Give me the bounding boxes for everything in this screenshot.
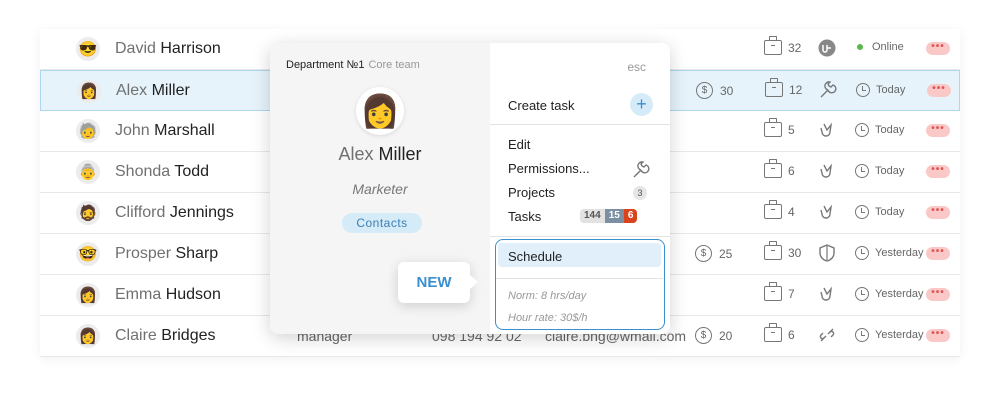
hour-rate-text: Hour rate: 30$/h: [508, 312, 588, 324]
row-menu-button[interactable]: •••: [927, 84, 951, 97]
briefcase-icon: [764, 36, 782, 55]
divider: [496, 278, 663, 279]
briefcase-icon: [764, 118, 782, 137]
row-menu-button[interactable]: •••: [926, 288, 950, 301]
contacts-button[interactable]: Contacts: [342, 213, 422, 233]
department-label: Department №1 Core team: [286, 59, 420, 71]
add-task-button[interactable]: +: [630, 93, 653, 116]
hand-icon: [817, 202, 837, 222]
tasks-total-badge: 144: [580, 209, 605, 223]
rate-cell: $25: [695, 245, 732, 262]
row-menu-button[interactable]: •••: [926, 165, 950, 178]
avatar: 👩: [77, 79, 101, 103]
hand-icon: [817, 120, 837, 140]
employee-name[interactable]: Emma Hudson: [115, 286, 221, 304]
avatar: 👵: [76, 160, 100, 184]
wrench-icon: [630, 159, 652, 181]
clock-icon: [855, 164, 869, 178]
briefcase-icon: [764, 282, 782, 301]
briefcase-icon: [764, 241, 782, 260]
row-menu-button[interactable]: •••: [926, 124, 950, 137]
briefcase-icon: [764, 323, 782, 342]
rate-cell: $30: [696, 82, 733, 99]
rate-cell: $20: [695, 327, 732, 344]
employee-name[interactable]: David Harrison: [115, 40, 221, 58]
avatar: 🧔: [76, 201, 100, 225]
link-icon: [817, 325, 837, 345]
online-dot-icon: [857, 44, 863, 50]
avatar: 😎: [76, 37, 100, 61]
tasks-overdue-badge: 6: [623, 209, 638, 223]
briefcase-icon: [764, 159, 782, 178]
wrench-icon: [818, 80, 838, 100]
new-badge: NEW: [398, 262, 478, 303]
status-cell: Today: [855, 205, 904, 219]
employee-name[interactable]: Alex Miller: [116, 82, 190, 100]
divider: [490, 124, 670, 125]
dollar-coin-icon: $: [695, 327, 712, 344]
create-task-item[interactable]: Create task: [508, 98, 574, 113]
clock-icon: [855, 246, 869, 260]
clock-icon: [855, 328, 869, 342]
projects-cell: 6: [764, 323, 795, 342]
profile-name: Alex Miller: [338, 144, 422, 164]
row-menu-button[interactable]: •••: [926, 329, 950, 342]
projects-cell: 7: [764, 282, 795, 301]
edit-item[interactable]: Edit: [508, 137, 530, 152]
clock-icon: [855, 205, 869, 219]
projects-cell: 6: [764, 159, 795, 178]
dollar-coin-icon: $: [695, 245, 712, 262]
briefcase-icon: [764, 200, 782, 219]
profile-role: Marketer: [352, 181, 408, 197]
projects-item[interactable]: Projects: [508, 185, 555, 200]
dollar-coin-icon: $: [696, 82, 713, 99]
status-cell: Yesterday: [855, 328, 924, 342]
row-menu-button[interactable]: •••: [926, 247, 950, 260]
row-menu-button[interactable]: •••: [926, 42, 950, 55]
avatar: 🧓: [76, 119, 100, 143]
divider: [490, 236, 670, 237]
employee-name[interactable]: John Marshall: [115, 122, 215, 140]
employee-name[interactable]: Claire Bridges: [115, 327, 216, 345]
shield-icon: [817, 243, 837, 263]
tasks-count-badges: 144 15 6: [580, 209, 638, 223]
schedule-item[interactable]: Schedule: [508, 249, 562, 264]
avatar: 👩: [76, 324, 100, 348]
projects-cell: 30: [764, 241, 801, 260]
projects-cell: 4: [764, 200, 795, 219]
projects-cell: 5: [764, 118, 795, 137]
esc-button[interactable]: esc: [627, 60, 646, 74]
norm-text: Norm: 8 hrs/day: [508, 290, 587, 302]
row-menu-button[interactable]: •••: [926, 206, 950, 219]
status-cell: Today: [855, 123, 904, 137]
tasks-item[interactable]: Tasks: [508, 209, 541, 224]
projects-count-badge: 3: [633, 186, 647, 200]
hand-icon: [817, 284, 837, 304]
projects-cell: 12: [765, 78, 802, 97]
status-cell: Today: [856, 83, 905, 97]
avatar: 🤓: [76, 242, 100, 266]
status-cell: Yesterday: [855, 287, 924, 301]
avatar: 👩: [76, 283, 100, 307]
status-cell: Today: [855, 164, 904, 178]
tasks-active-badge: 15: [604, 209, 624, 223]
briefcase-icon: [765, 78, 783, 97]
permissions-item[interactable]: Permissions...: [508, 161, 590, 176]
clock-icon: [856, 83, 870, 97]
employee-name[interactable]: Shonda Todd: [115, 163, 209, 181]
schedule-section: Schedule Norm: 8 hrs/day Hour rate: 30$/…: [495, 239, 665, 330]
avatar: 👩: [356, 87, 404, 135]
status-cell: Online: [855, 41, 904, 53]
clock-icon: [855, 287, 869, 301]
employee-popup: Department №1 Core team 👩 Alex Miller Mar…: [270, 43, 670, 334]
status-cell: Yesterday: [855, 246, 924, 260]
action-menu: esc Create task + Edit Permissions... Pr…: [490, 43, 670, 334]
projects-cell: 32: [764, 36, 801, 55]
app-icon: [817, 38, 837, 58]
employee-name[interactable]: Clifford Jennings: [115, 204, 234, 222]
clock-icon: [855, 123, 869, 137]
employee-name[interactable]: Prosper Sharp: [115, 245, 218, 263]
hand-icon: [817, 161, 837, 181]
